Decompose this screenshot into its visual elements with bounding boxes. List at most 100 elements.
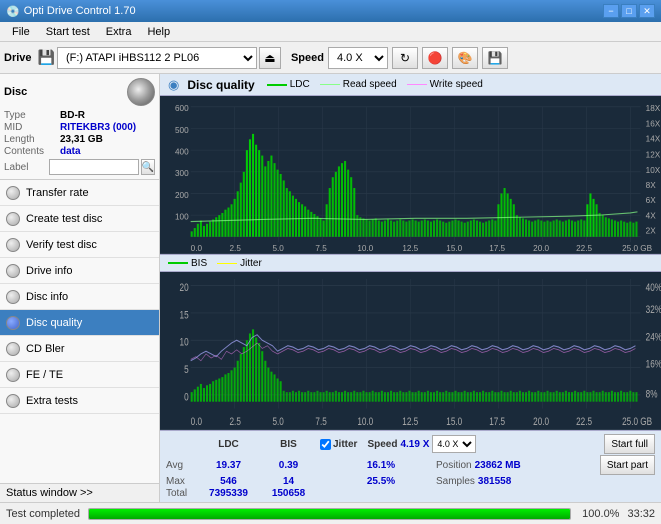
nav-label-create-test-disc: Create test disc xyxy=(26,213,102,225)
sidebar-item-cd-bler[interactable]: CD Bler xyxy=(0,336,159,362)
disc-quality-title: Disc quality xyxy=(187,78,254,92)
total-bis-val: 150658 xyxy=(261,488,316,499)
sidebar-item-disc-info[interactable]: Disc info xyxy=(0,284,159,310)
mid-value: RITEKBR3 (000) xyxy=(60,122,136,133)
eject-button[interactable]: ⏏ xyxy=(259,47,281,69)
menu-bar: File Start test Extra Help xyxy=(0,22,661,42)
svg-text:22.5: 22.5 xyxy=(576,416,592,428)
sidebar-item-transfer-rate[interactable]: Transfer rate xyxy=(0,180,159,206)
svg-text:10.0: 10.0 xyxy=(357,416,373,428)
svg-text:2.5: 2.5 xyxy=(230,416,241,428)
samples-val: 381558 xyxy=(478,476,511,487)
speed-stat-select[interactable]: 4.0 X xyxy=(432,435,476,453)
menu-file[interactable]: File xyxy=(4,25,38,39)
avg-jitter-val: 16.1% xyxy=(336,460,426,471)
bis-chart-svg: 20 15 10 5 0 40% 32% 24% 16% 8% 0.0 2.5 … xyxy=(160,272,661,429)
progress-bar-container xyxy=(88,508,571,520)
sidebar-item-verify-test-disc[interactable]: Verify test disc xyxy=(0,232,159,258)
svg-text:25.0 GB: 25.0 GB xyxy=(622,243,652,253)
disc-quality-icon: ◉ xyxy=(168,77,179,93)
nav-icon-disc-info xyxy=(6,290,20,304)
label-search-button[interactable]: 🔍 xyxy=(141,159,155,175)
start-full-container: Start full xyxy=(604,434,655,454)
svg-text:4X: 4X xyxy=(646,210,656,220)
type-label: Type xyxy=(4,110,60,121)
menu-help[interactable]: Help xyxy=(139,25,178,39)
svg-text:20.0: 20.0 xyxy=(533,416,549,428)
ldc-col-header: LDC xyxy=(196,439,261,450)
content-area: ◉ Disc quality LDC Read speed Write spee… xyxy=(160,74,661,502)
app-title: Opti Drive Control 1.70 xyxy=(24,5,136,17)
max-ldc-val: 546 xyxy=(196,476,261,487)
drive-select[interactable]: (F:) ATAPI iHBS112 2 PL06 xyxy=(57,47,257,69)
label-input[interactable] xyxy=(49,159,139,175)
jitter-checkbox[interactable] xyxy=(320,439,331,450)
start-full-button[interactable]: Start full xyxy=(604,434,655,454)
nav-label-drive-info: Drive info xyxy=(26,265,72,277)
position-val: 23862 MB xyxy=(475,460,521,471)
type-value: BD-R xyxy=(60,110,85,121)
svg-text:10: 10 xyxy=(180,337,189,349)
close-button[interactable]: ✕ xyxy=(639,4,655,18)
svg-text:300: 300 xyxy=(175,168,189,178)
bis-jitter-header: BIS Jitter xyxy=(160,254,661,272)
svg-text:500: 500 xyxy=(175,125,189,135)
svg-text:40%: 40% xyxy=(646,282,661,294)
ldc-color xyxy=(267,84,287,86)
bis-color xyxy=(168,262,188,264)
total-label: Total xyxy=(166,488,196,499)
svg-text:12.5: 12.5 xyxy=(402,243,418,253)
refresh-button[interactable]: ↻ xyxy=(392,47,418,69)
read-color xyxy=(320,84,340,85)
disc-quality-header: ◉ Disc quality LDC Read speed Write spee… xyxy=(160,74,661,96)
svg-text:25.0 GB: 25.0 GB xyxy=(622,416,652,428)
speed-stat-header: Speed xyxy=(367,439,397,450)
drive-icon: 💾 xyxy=(38,49,55,66)
sidebar-item-extra-tests[interactable]: Extra tests xyxy=(0,388,159,414)
save-button[interactable]: 💾 xyxy=(482,47,508,69)
svg-text:12X: 12X xyxy=(646,149,661,159)
svg-text:2.5: 2.5 xyxy=(230,243,242,253)
stats-total-row: Total 7395339 150658 xyxy=(166,488,655,499)
speed-select[interactable]: 4.0 X xyxy=(328,47,388,69)
max-jitter-val: 25.5% xyxy=(336,476,426,487)
menu-extra[interactable]: Extra xyxy=(98,25,140,39)
nav-icon-extra-tests xyxy=(6,394,20,408)
speed-label: Speed xyxy=(291,52,324,64)
bis-chart: 20 15 10 5 0 40% 32% 24% 16% 8% 0.0 2.5 … xyxy=(160,272,661,430)
burn-button[interactable]: 🔴 xyxy=(422,47,448,69)
svg-text:400: 400 xyxy=(175,146,189,156)
minimize-button[interactable]: − xyxy=(603,4,619,18)
chart-legend: LDC Read speed Write speed xyxy=(267,79,483,90)
sidebar-item-fe-te[interactable]: FE / TE xyxy=(0,362,159,388)
disc-panel: Disc Type BD-R MID RITEKBR3 (000) Length… xyxy=(0,74,159,180)
read-label: Read speed xyxy=(343,79,397,90)
nav-icon-cd-bler xyxy=(6,342,20,356)
start-part-button[interactable]: Start part xyxy=(600,455,655,475)
sidebar-item-create-test-disc[interactable]: Create test disc xyxy=(0,206,159,232)
stats-bar: LDC BIS Jitter Speed 4.19 X 4.0 X xyxy=(160,430,661,502)
legend-read: Read speed xyxy=(320,79,397,90)
avg-ldc-val: 19.37 xyxy=(196,460,261,471)
progress-bar-fill xyxy=(89,509,570,519)
length-value: 23,31 GB xyxy=(60,134,103,145)
sidebar-item-drive-info[interactable]: Drive info xyxy=(0,258,159,284)
max-label: Max xyxy=(166,476,196,487)
sidebar-item-disc-quality[interactable]: Disc quality xyxy=(0,310,159,336)
status-window-button[interactable]: Status window >> xyxy=(0,483,159,502)
status-window-label: Status window >> xyxy=(6,487,93,499)
svg-text:0.0: 0.0 xyxy=(191,416,202,428)
settings-button[interactable]: 🎨 xyxy=(452,47,478,69)
menu-start-test[interactable]: Start test xyxy=(38,25,98,39)
title-bar-title: 💿 Opti Drive Control 1.70 xyxy=(6,5,136,18)
maximize-button[interactable]: □ xyxy=(621,4,637,18)
length-label: Length xyxy=(4,134,60,145)
svg-text:16X: 16X xyxy=(646,118,661,128)
disc-type-row: Type BD-R xyxy=(4,110,155,121)
disc-contents-row: Contents data xyxy=(4,146,155,157)
ldc-label: LDC xyxy=(290,79,310,90)
ldc-chart: 600 500 400 300 200 100 18X 16X 14X 12X … xyxy=(160,96,661,254)
write-label: Write speed xyxy=(430,79,483,90)
svg-text:5.0: 5.0 xyxy=(272,416,283,428)
svg-text:0.0: 0.0 xyxy=(191,243,203,253)
